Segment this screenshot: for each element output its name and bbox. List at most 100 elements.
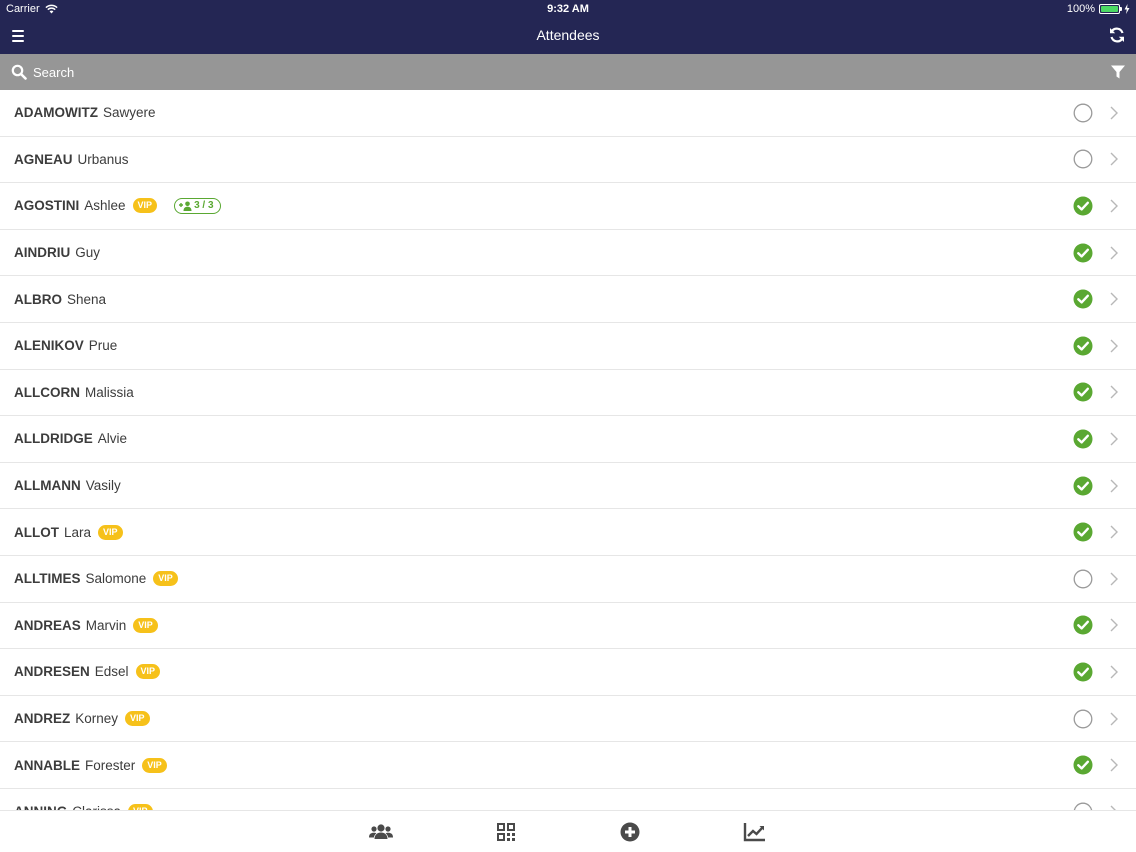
not-checked-in-icon[interactable] <box>1073 709 1093 729</box>
checked-in-icon[interactable] <box>1073 196 1093 216</box>
status-time: 9:32 AM <box>547 3 589 15</box>
attendee-first-name: Korney <box>75 711 119 727</box>
attendee-first-name: Lara <box>64 524 92 540</box>
attendee-name: ANNABLE Forester VIP <box>14 757 167 773</box>
checked-in-icon[interactable] <box>1073 662 1093 682</box>
attendee-first-name: Marvin <box>85 617 127 633</box>
chevron-right-icon <box>1110 199 1118 213</box>
attendee-last-name: ANNABLE <box>14 757 80 773</box>
attendee-last-name: ALLCORN <box>14 384 80 400</box>
chevron-right-icon <box>1110 106 1118 120</box>
attendee-row[interactable]: ALENIKOV Prue <box>0 323 1136 370</box>
vip-badge: VIP <box>142 757 167 773</box>
add-circle-icon[interactable] <box>618 821 642 843</box>
chevron-right-icon <box>1110 572 1118 586</box>
chart-line-icon[interactable] <box>743 821 767 843</box>
attendee-row[interactable]: ANNABLE Forester VIP <box>0 742 1136 789</box>
attendee-row[interactable]: ALBRO Shena <box>0 276 1136 323</box>
search-input[interactable] <box>33 62 933 82</box>
checked-in-icon[interactable] <box>1073 336 1093 356</box>
attendee-first-name: Urbanus <box>77 151 129 167</box>
attendee-name: ALBRO Shena <box>14 292 106 307</box>
attendee-name: ALLCORN Malissia <box>14 385 134 400</box>
status-right: 100% <box>1067 3 1130 15</box>
attendee-last-name: ADAMOWITZ <box>14 105 98 121</box>
vip-badge: VIP <box>133 617 158 633</box>
checked-in-icon[interactable] <box>1073 615 1093 635</box>
chevron-right-icon <box>1110 432 1118 446</box>
attendee-last-name: ANDREAS <box>14 617 81 633</box>
refresh-icon[interactable] <box>1108 26 1126 44</box>
attendee-name: ALLTIMES Salomone VIP <box>14 571 178 587</box>
attendee-row[interactable]: ANNINGClarissaVIP <box>0 789 1136 810</box>
attendee-row[interactable]: ALLOT Lara VIP <box>0 509 1136 556</box>
chevron-right-icon <box>1110 339 1118 353</box>
attendee-last-name: ANDRESEN <box>14 664 90 680</box>
filter-icon[interactable] <box>1110 64 1126 80</box>
attendee-last-name: AGNEAU <box>14 151 73 167</box>
checked-in-icon[interactable] <box>1073 429 1093 449</box>
attendee-last-name: ALLDRIDGE <box>14 431 93 447</box>
attendee-row[interactable]: ALLCORN Malissia <box>0 370 1136 417</box>
attendee-row[interactable]: ANDRESEN Edsel VIP <box>0 649 1136 696</box>
attendee-name: ALLDRIDGE Alvie <box>14 431 127 446</box>
attendee-first-name: Prue <box>88 338 118 354</box>
attendee-row[interactable]: ALLDRIDGE Alvie <box>0 416 1136 463</box>
attendee-name: ANDRESEN Edsel VIP <box>14 664 161 680</box>
attendee-row[interactable]: ALLTIMES Salomone VIP <box>0 556 1136 603</box>
attendee-row[interactable]: AINDRIU Guy <box>0 230 1136 277</box>
chevron-right-icon <box>1110 618 1118 632</box>
attendees-icon[interactable] <box>369 821 393 843</box>
chevron-right-icon <box>1110 525 1118 539</box>
add-user-icon <box>179 201 192 211</box>
group-count-badge: 3 / 3 <box>174 197 221 214</box>
checked-in-icon[interactable] <box>1073 476 1093 496</box>
checked-in-icon[interactable] <box>1073 522 1093 542</box>
chevron-right-icon <box>1110 152 1118 166</box>
attendee-last-name: ALENIKOV <box>14 338 84 354</box>
attendee-row[interactable]: ANDREAS Marvin VIP <box>0 603 1136 650</box>
qr-code-icon[interactable] <box>494 821 518 843</box>
attendee-name: AINDRIU Guy <box>14 245 100 260</box>
attendee-row[interactable]: AGNEAU Urbanus <box>0 137 1136 184</box>
attendee-name: ALENIKOV Prue <box>14 338 117 353</box>
chevron-right-icon <box>1110 479 1118 493</box>
attendee-last-name: ALBRO <box>14 291 62 307</box>
vip-badge: VIP <box>132 198 158 214</box>
attendee-row[interactable]: AGOSTINI Ashlee VIP 3 / 3 <box>0 183 1136 230</box>
checked-in-icon[interactable] <box>1073 382 1093 402</box>
not-checked-in-icon[interactable] <box>1073 149 1093 169</box>
chevron-right-icon <box>1110 385 1118 399</box>
battery-icon <box>1099 4 1122 14</box>
attendee-row[interactable]: ADAMOWITZ Sawyere <box>0 90 1136 137</box>
attendee-row[interactable]: ALLMANN Vasily <box>0 463 1136 510</box>
attendee-name: ADAMOWITZ Sawyere <box>14 105 156 120</box>
attendee-name: ALLMANN Vasily <box>14 478 121 493</box>
attendee-last-name: ALLMANN <box>14 478 81 494</box>
battery-percent: 100% <box>1066 3 1095 15</box>
attendee-first-name: Edsel <box>94 664 129 680</box>
attendee-first-name: Malissia <box>85 384 134 400</box>
checked-in-icon[interactable] <box>1073 243 1093 263</box>
status-bar: Carrier 9:32 AM 100% <box>0 0 1136 18</box>
attendee-last-name: ALLTIMES <box>14 571 81 587</box>
not-checked-in-icon[interactable] <box>1073 569 1093 589</box>
chevron-right-icon <box>1110 712 1118 726</box>
checked-in-icon[interactable] <box>1073 289 1093 309</box>
attendee-last-name: ANDREZ <box>14 711 71 727</box>
tab-bar <box>0 810 1136 852</box>
checked-in-icon[interactable] <box>1073 755 1093 775</box>
vip-badge: VIP <box>125 711 150 727</box>
not-checked-in-icon[interactable] <box>1073 802 1093 810</box>
attendee-name: ANDREZ Korney VIP <box>14 711 150 727</box>
attendee-last-name: AGOSTINI <box>14 198 80 214</box>
attendee-name: ALLOT Lara VIP <box>14 524 123 540</box>
attendee-row[interactable]: ANDREZ Korney VIP <box>0 696 1136 743</box>
group-count-label: 3 / 3 <box>194 199 214 211</box>
search-bar <box>0 54 1136 90</box>
chevron-right-icon <box>1110 665 1118 679</box>
not-checked-in-icon[interactable] <box>1073 103 1093 123</box>
attendee-first-name: Shena <box>67 291 107 307</box>
attendee-last-name: ALLOT <box>14 524 59 540</box>
attendee-first-name: Alvie <box>97 431 128 447</box>
